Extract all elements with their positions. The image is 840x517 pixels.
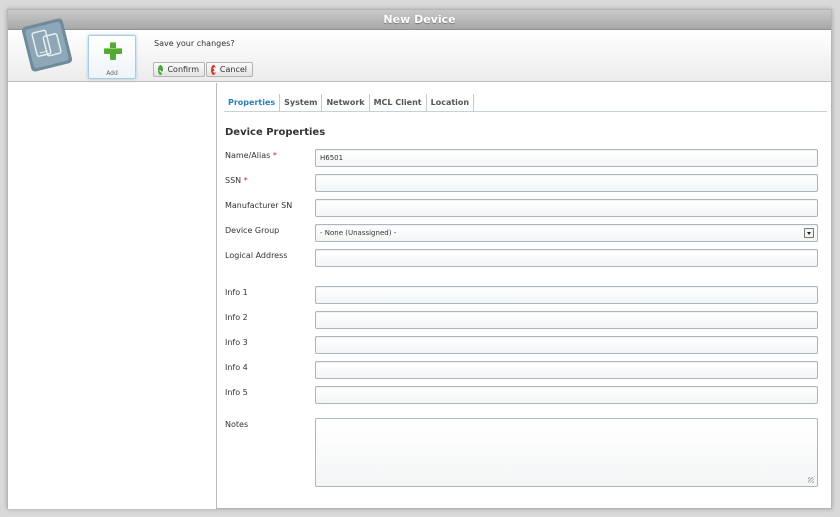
name-alias-label-text: Name/Alias (225, 151, 271, 160)
info5-label: Info 5 (225, 388, 248, 397)
required-marker: * (272, 151, 277, 160)
device-group-select[interactable]: - None (Unassigned) - (315, 224, 818, 242)
name-alias-input[interactable]: H6501 (315, 149, 818, 167)
info4-label: Info 4 (225, 363, 248, 372)
checkmark-icon (158, 64, 164, 75)
tab-location[interactable]: Location (427, 94, 475, 112)
content-area: Properties System Network MCL Client Loc… (8, 83, 831, 509)
info3-label: Info 3 (225, 338, 248, 347)
window-title: New Device (383, 13, 456, 26)
required-marker: * (243, 176, 248, 185)
toolbar: Add Save your changes? Confirm Cancel (8, 18, 831, 82)
ssn-label-text: SSN (225, 176, 242, 185)
left-pane (8, 83, 217, 509)
device-group-label: Device Group (225, 226, 280, 235)
plus-icon (104, 42, 122, 60)
info3-input[interactable] (315, 336, 818, 354)
info1-input[interactable] (315, 286, 818, 304)
properties-panel: Properties System Network MCL Client Loc… (218, 83, 831, 509)
tab-network[interactable]: Network (322, 94, 370, 112)
notes-textarea[interactable] (315, 418, 818, 487)
new-device-window: New Device Add Save your changes? Confir… (7, 9, 832, 509)
cancel-button[interactable]: Cancel (206, 62, 253, 77)
notes-label: Notes (225, 420, 249, 429)
cancel-button-label: Cancel (219, 65, 247, 74)
confirm-button[interactable]: Confirm (153, 62, 205, 77)
resize-grip-icon[interactable] (808, 477, 814, 483)
info4-input[interactable] (315, 361, 818, 379)
logical-address-input[interactable] (315, 249, 818, 267)
tab-system[interactable]: System (280, 94, 323, 112)
tab-mcl-client[interactable]: MCL Client (370, 94, 427, 112)
add-button-label: Add (106, 70, 118, 77)
tab-bar: Properties System Network MCL Client Loc… (224, 94, 827, 112)
logical-address-label: Logical Address (225, 251, 288, 260)
info5-input[interactable] (315, 386, 818, 404)
save-prompt-text: Save your changes? (154, 39, 235, 48)
confirm-button-label: Confirm (167, 65, 199, 74)
tab-properties[interactable]: Properties (224, 94, 281, 112)
name-alias-label: Name/Alias * (225, 151, 277, 160)
chevron-down-icon[interactable] (804, 228, 814, 238)
ssn-input[interactable] (315, 174, 818, 192)
manufacturer-sn-input[interactable] (315, 199, 818, 217)
device-group-value: - None (Unassigned) - (320, 229, 397, 237)
close-icon (211, 64, 216, 75)
manufacturer-sn-label: Manufacturer SN (225, 201, 293, 210)
info2-input[interactable] (315, 311, 818, 329)
add-button[interactable]: Add (88, 35, 136, 79)
ssn-label: SSN * (225, 176, 248, 185)
section-title: Device Properties (225, 127, 326, 138)
device-tablet-icon (21, 18, 73, 72)
title-bar: New Device (8, 10, 831, 30)
info1-label: Info 1 (225, 288, 248, 297)
info2-label: Info 2 (225, 313, 248, 322)
